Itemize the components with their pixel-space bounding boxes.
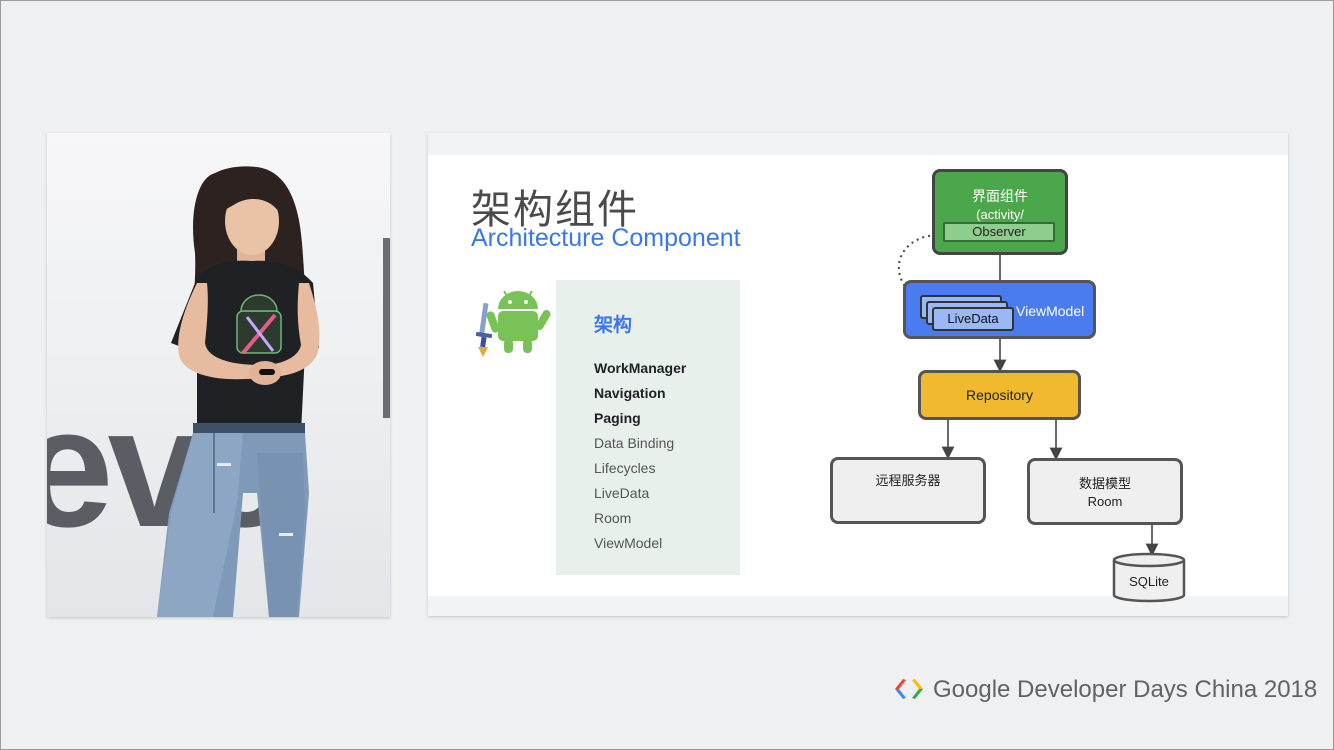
viewmodel-box: LiveData ViewModel bbox=[903, 280, 1096, 339]
sqlite-label: SQLite bbox=[1129, 574, 1169, 589]
ui-component-subtitle: (activity/ bbox=[976, 207, 1024, 222]
data-model-title: 数据模型 bbox=[1078, 477, 1131, 492]
ui-component-box: 界面组件 (activity/ Observer bbox=[932, 169, 1068, 255]
viewmodel-label: ViewModel bbox=[1016, 303, 1085, 319]
livedata-box: LiveData bbox=[932, 307, 1014, 331]
speaker-video: eve bbox=[47, 133, 390, 617]
ui-component-title: 界面组件 bbox=[972, 189, 1028, 205]
remote-server-box: 远程服务器 bbox=[830, 457, 986, 524]
speaker-figure bbox=[157, 166, 390, 617]
presentation-slide: 架构组件 Architecture Component 架构 WorkManag… bbox=[428, 133, 1288, 616]
google-developers-logo-icon bbox=[895, 679, 923, 699]
data-model-subtitle: Room bbox=[1087, 494, 1123, 509]
remote-server-label: 远程服务器 bbox=[875, 474, 941, 489]
architecture-diagram-connectors bbox=[898, 234, 1186, 603]
observer-box: Observer bbox=[943, 222, 1055, 242]
gdd-event-text: China 2018 bbox=[1194, 676, 1318, 703]
repository-box: Repository bbox=[918, 370, 1081, 420]
gdd-brand-text: Google Developer Days bbox=[933, 676, 1188, 703]
data-model-box: 数据模型 Room bbox=[1027, 458, 1183, 525]
